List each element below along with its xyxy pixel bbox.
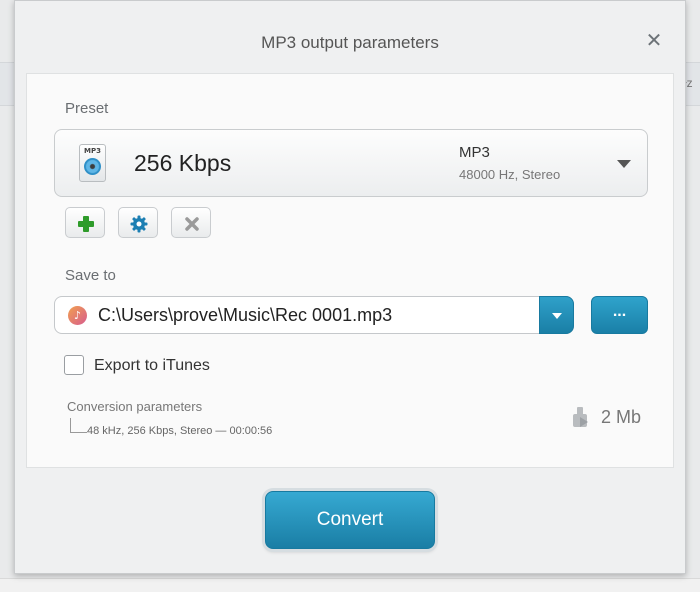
music-note-icon: ♪ — [68, 306, 87, 325]
x-icon — [185, 217, 199, 231]
background-bottom-bar — [0, 578, 700, 592]
conversion-parameters-details: 48 kHz, 256 Kbps, Stereo — 00:00:56 — [87, 425, 273, 437]
close-icon[interactable]: ✕ — [645, 30, 663, 50]
browse-button[interactable]: ... — [591, 296, 648, 334]
chevron-down-icon — [552, 313, 562, 319]
plus-icon — [78, 216, 94, 232]
convert-button[interactable]: Convert — [265, 491, 435, 549]
export-itunes-checkbox[interactable] — [64, 355, 84, 375]
save-path-field[interactable]: ♪ C:\Users\prove\Music\Rec 0001.mp3 — [54, 296, 574, 334]
mp3-file-icon: MP3 — [79, 144, 106, 182]
add-preset-button[interactable] — [65, 207, 105, 238]
preset-format: MP3 — [459, 144, 490, 161]
preset-label: Preset — [65, 100, 109, 117]
speaker-disc-icon — [84, 158, 101, 175]
tree-connector — [70, 418, 87, 433]
preset-dropdown[interactable]: MP3 256 Kbps MP3 48000 Hz, Stereo — [54, 129, 648, 197]
settings-preset-button[interactable] — [118, 207, 158, 238]
dialog-title: MP3 output parameters — [261, 33, 439, 52]
chevron-down-icon — [617, 160, 631, 168]
save-path-text: C:\Users\prove\Music\Rec 0001.mp3 — [98, 305, 393, 325]
preset-name: 256 Kbps — [134, 150, 232, 176]
mp3-output-dialog: MP3 output parameters ✕ Preset MP3 256 K… — [14, 0, 686, 574]
file-size-icon — [573, 407, 588, 427]
save-path-dropdown-button[interactable] — [539, 296, 574, 334]
preset-details: 48000 Hz, Stereo — [459, 167, 561, 182]
settings-panel: Preset MP3 256 Kbps MP3 48000 Hz, Stereo — [26, 73, 674, 468]
conversion-parameters-title: Conversion parameters — [67, 399, 203, 414]
delete-preset-button[interactable] — [171, 207, 211, 238]
file-size-text: 2 Mb — [601, 407, 642, 427]
save-to-label: Save to — [65, 267, 116, 284]
mp3-file-icon-tag: MP3 — [84, 147, 101, 155]
export-itunes-label[interactable]: Export to iTunes — [94, 357, 210, 375]
gear-icon — [130, 215, 148, 233]
